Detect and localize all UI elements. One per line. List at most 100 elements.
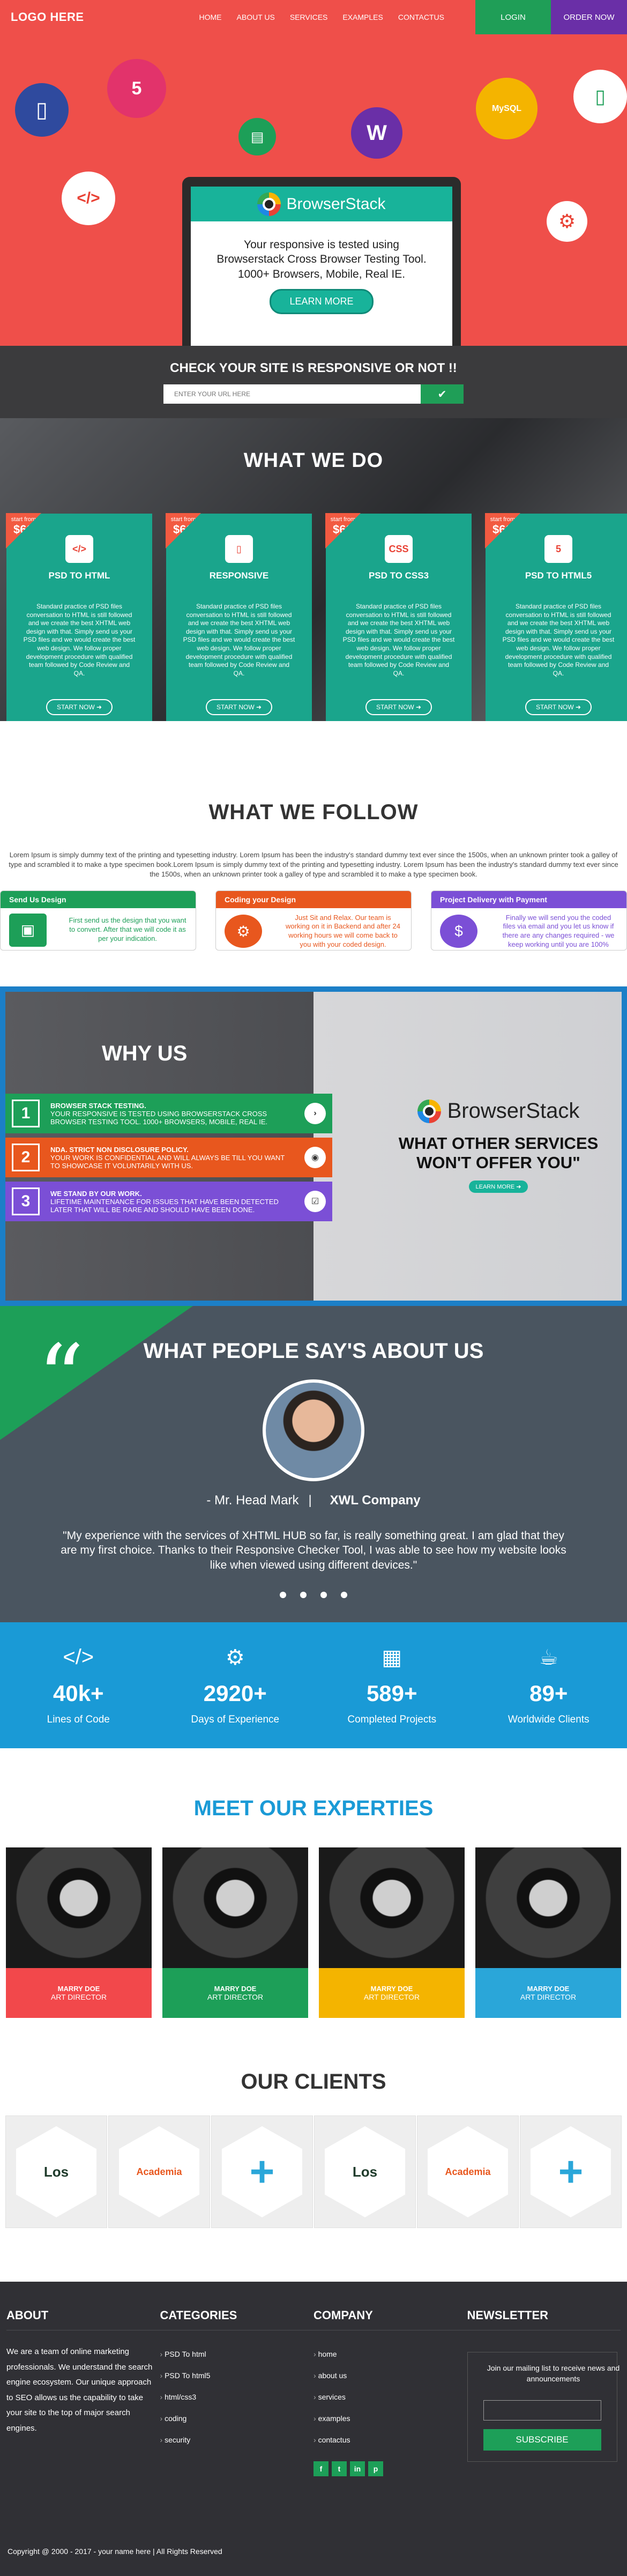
shield-icon[interactable]: ◉ (304, 1147, 326, 1168)
hero-text: Your responsive is tested using Browsers… (212, 237, 431, 281)
avatar (263, 1379, 364, 1481)
url-submit-button[interactable]: ✔ (421, 384, 464, 404)
what-we-do-section: WHAT WE DO start from$60 </> PSD TO HTML… (0, 418, 627, 721)
carousel-dot[interactable] (300, 1592, 307, 1598)
hero-learn-more-button[interactable]: LEARN MORE (270, 289, 373, 314)
member-name: MARRY DOE (527, 1985, 570, 1993)
check-icon: ✔ (438, 388, 447, 401)
card-title: PSD TO HTML5 (486, 570, 627, 581)
carousel-dot[interactable] (280, 1592, 286, 1598)
start-now-button[interactable]: START NOW ➜ (46, 699, 113, 715)
team-member[interactable]: MARRY DOEART DIRECTOR (475, 1847, 621, 2018)
arrow-icon[interactable]: › (304, 1103, 326, 1124)
stat-item: ▦ 589+ Completed Projects (322, 1645, 461, 1726)
menu-services[interactable]: SERVICES (290, 13, 328, 21)
menu-home[interactable]: HOME (199, 13, 222, 21)
member-photo (319, 1847, 465, 1968)
twitter-icon[interactable]: t (332, 2461, 347, 2476)
menu-contactus[interactable]: CONTACTUS (398, 13, 444, 21)
html5-icon: 5 (544, 535, 572, 563)
price-badge: start from$60 (485, 513, 520, 548)
wordpress-icon: W (351, 107, 402, 159)
footer-company-title: COMPANY (314, 2308, 467, 2330)
start-now-button[interactable]: START NOW ➜ (365, 699, 432, 715)
footer-link[interactable]: coding (160, 2408, 314, 2429)
url-input[interactable] (163, 384, 421, 404)
pinterest-icon[interactable]: p (368, 2461, 383, 2476)
carousel-dot[interactable] (341, 1592, 347, 1598)
logo[interactable]: LOGO HERE (11, 10, 84, 24)
html5-icon: 5 (107, 59, 166, 118)
footer-link[interactable]: about us (314, 2365, 467, 2386)
team-grid: MARRY DOEART DIRECTOR MARRY DOEART DIREC… (0, 1847, 627, 2018)
testimonial-quote: "My experience with the services of XHTM… (59, 1528, 568, 1572)
service-card: start from$60 </> PSD TO HTML Standard p… (6, 514, 152, 721)
code-icon: </> (9, 1645, 148, 1672)
newsletter-email-input[interactable] (483, 2400, 601, 2421)
member-info: MARRY DOEART DIRECTOR (6, 1968, 152, 2018)
price-badge: start from$60 (325, 513, 361, 548)
why-list: 1 BROWSER STACK TESTING.YOUR RESPONSIVE … (5, 1094, 332, 1226)
member-name: MARRY DOE (371, 1985, 413, 1993)
client-logo[interactable]: Los (5, 2115, 107, 2228)
price-badge: start from$60 (166, 513, 201, 548)
footer-link[interactable]: home (314, 2343, 467, 2365)
code-icon: </> (65, 535, 93, 563)
stat-item: ⚙ 2920+ Days of Experience (166, 1645, 305, 1726)
order-now-button[interactable]: ORDER NOW (551, 0, 627, 34)
why-heading: NDA. STRICT NON DISCLOSURE POLICY. (50, 1146, 294, 1154)
main-menu: HOME ABOUT US SERVICES EXAMPLES CONTACTU… (199, 13, 444, 21)
subscribe-button[interactable]: SUBSCRIBE (483, 2429, 601, 2451)
start-now-button[interactable]: START NOW ➜ (525, 699, 592, 715)
check-site-section: CHECK YOUR SITE IS RESPONSIVE OR NOT !! … (0, 346, 627, 418)
client-logo[interactable]: Los (314, 2115, 416, 2228)
stat-number: 40k+ (9, 1681, 148, 1706)
client-logo[interactable]: Academia (417, 2115, 519, 2228)
what-we-do-title: WHAT WE DO (0, 418, 627, 472)
footer-link[interactable]: html/css3 (160, 2386, 314, 2408)
stat-number: 589+ (322, 1681, 461, 1706)
follow-title: WHAT WE FOLLOW (0, 800, 627, 825)
checkbox-icon[interactable]: ☑ (304, 1191, 326, 1212)
footer-link[interactable]: contactus (314, 2429, 467, 2451)
client-logo[interactable]: + (211, 2115, 313, 2228)
footer-newsletter: NEWSLETTER Join our mailing list to rece… (467, 2308, 621, 2476)
css3-icon: CSS (385, 535, 413, 563)
footer-categories-title: CATEGORIES (160, 2308, 314, 2330)
why-learn-more-button[interactable]: LEARN MORE ➜ (469, 1181, 527, 1193)
facebook-icon[interactable]: f (314, 2461, 329, 2476)
card-text: Standard practice of PSD files conversat… (23, 603, 136, 678)
member-photo (475, 1847, 621, 1968)
settings-icon: ⚙ (547, 201, 587, 242)
social-links: f t in p (314, 2461, 467, 2476)
linkedin-icon[interactable]: in (350, 2461, 365, 2476)
process-text: Just Sit and Relax. Our team is working … (283, 914, 402, 950)
author-company: XWL Company (330, 1493, 421, 1508)
process-boxes: Send Us Design ▣ First send us the desig… (0, 890, 627, 951)
footer-link[interactable]: examples (314, 2408, 467, 2429)
browserstack-logo-icon (417, 1100, 441, 1123)
footer-link[interactable]: PSD To html (160, 2343, 314, 2365)
footer-link[interactable]: services (314, 2386, 467, 2408)
start-now-button[interactable]: START NOW ➜ (206, 699, 272, 715)
team-member[interactable]: MARRY DOEART DIRECTOR (162, 1847, 308, 2018)
why-item: 2 NDA. STRICT NON DISCLOSURE POLICY.YOUR… (5, 1138, 332, 1177)
footer-link[interactable]: PSD To html5 (160, 2365, 314, 2386)
member-role: ART DIRECTOR (51, 1993, 107, 2001)
stat-number: 89+ (479, 1681, 618, 1706)
design-icon: ▣ (9, 914, 47, 947)
client-logo[interactable]: + (520, 2115, 622, 2228)
stat-label: Worldwide Clients (479, 1714, 618, 1726)
login-button[interactable]: LOGIN (475, 0, 551, 34)
stat-label: Lines of Code (9, 1714, 148, 1726)
carousel-dot[interactable] (320, 1592, 327, 1598)
footer-link[interactable]: security (160, 2429, 314, 2451)
price-badge: start from$60 (6, 513, 41, 548)
team-member[interactable]: MARRY DOEART DIRECTOR (6, 1847, 152, 2018)
menu-examples[interactable]: EXAMPLES (342, 13, 383, 21)
team-member[interactable]: MARRY DOEART DIRECTOR (319, 1847, 465, 2018)
menu-about-us[interactable]: ABOUT US (237, 13, 275, 21)
client-logo[interactable]: Academia (108, 2115, 210, 2228)
stat-number: 2920+ (166, 1681, 305, 1706)
why-number: 2 (12, 1144, 40, 1171)
